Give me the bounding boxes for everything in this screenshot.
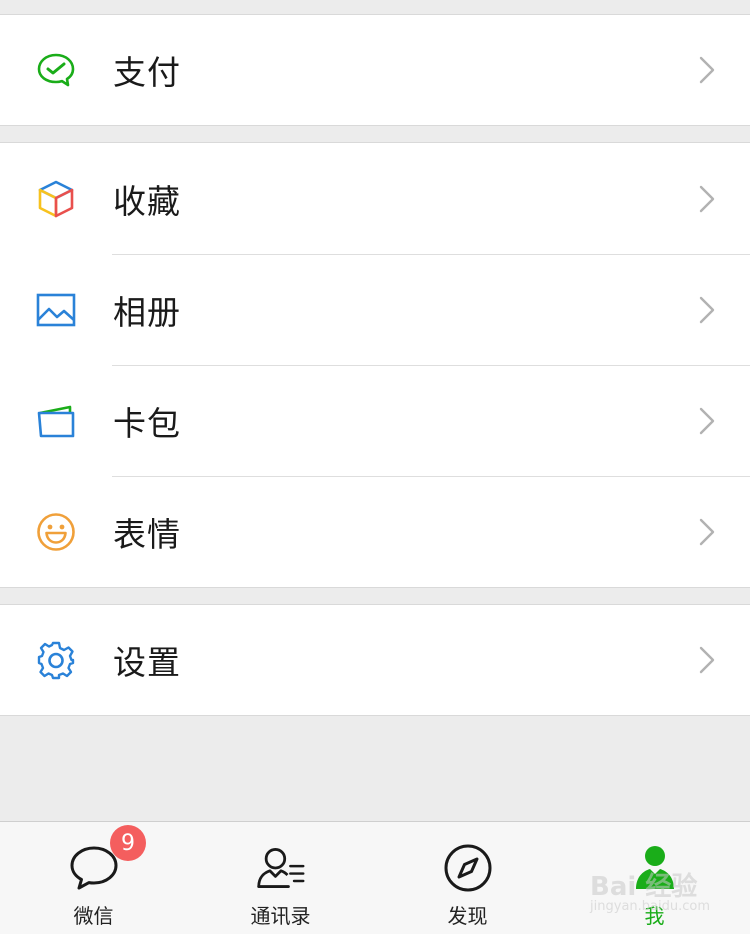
menu-item-pay-label: 支付	[113, 53, 181, 92]
menu-item-pay[interactable]: 支付	[0, 15, 750, 125]
smiley-face-icon	[36, 512, 76, 552]
wechat-pay-icon	[36, 50, 76, 90]
menu-item-favorites-label: 收藏	[113, 181, 181, 221]
menu-item-favorites[interactable]: 收藏	[0, 143, 750, 254]
chevron-right-icon	[699, 185, 715, 212]
tab-chats-label: 微信	[73, 904, 114, 928]
tab-contacts-label: 通讯录	[250, 904, 311, 928]
chevron-right-icon	[699, 296, 715, 323]
group-gap	[0, 588, 750, 604]
menu-group-main: 收藏 相册 卡包 表情	[0, 142, 750, 588]
menu-item-settings[interactable]: 设置	[0, 605, 750, 715]
card-wallet-icon	[36, 401, 76, 441]
group-gap	[0, 126, 750, 142]
tab-me-label: 我	[644, 904, 665, 928]
menu-item-album[interactable]: 相册	[0, 254, 750, 365]
compass-icon	[442, 842, 494, 894]
gear-icon	[36, 640, 76, 680]
chevron-right-icon	[699, 646, 715, 674]
chevron-right-icon	[699, 518, 715, 545]
tab-me[interactable]: 我	[561, 822, 748, 934]
menu-item-stickers[interactable]: 表情	[0, 476, 750, 587]
bottom-tab-bar: 9 微信 通讯录 发现 我 Bai 经验 jingyan.baidu.com	[0, 821, 750, 934]
unread-badge: 9	[110, 825, 146, 861]
favorites-cube-icon	[36, 179, 76, 219]
menu-item-settings-label: 设置	[113, 643, 181, 682]
album-picture-icon	[36, 290, 76, 330]
contacts-icon	[255, 842, 307, 894]
menu-item-album-label: 相册	[113, 292, 181, 332]
chevron-right-icon	[699, 56, 715, 84]
menu-item-card-wallet-label: 卡包	[113, 403, 181, 443]
me-person-icon	[629, 842, 681, 894]
menu-group-pay: 支付	[0, 14, 750, 126]
menu-group-settings: 设置	[0, 604, 750, 716]
tab-discover-label: 发现	[447, 904, 488, 928]
tab-contacts[interactable]: 通讯录	[187, 822, 374, 934]
menu-item-card-wallet[interactable]: 卡包	[0, 365, 750, 476]
menu-item-stickers-label: 表情	[113, 514, 181, 554]
tab-chats[interactable]: 9 微信	[0, 822, 187, 934]
chevron-right-icon	[699, 407, 715, 434]
top-gap	[0, 0, 750, 14]
tab-discover[interactable]: 发现	[374, 822, 561, 934]
